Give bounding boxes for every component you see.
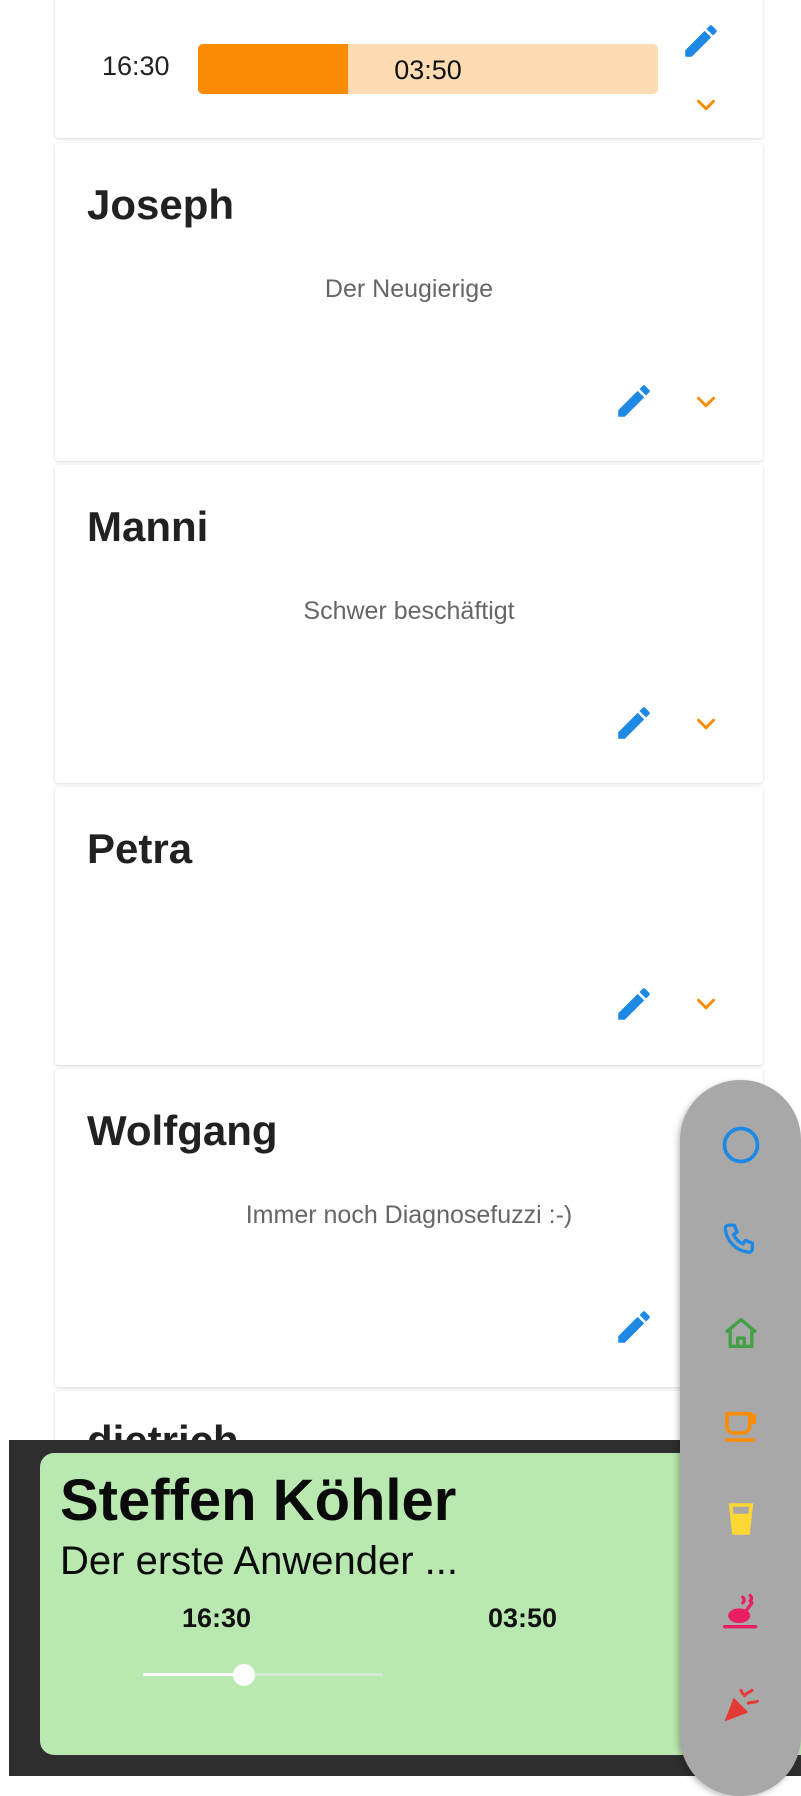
edit-pencil-icon[interactable] <box>613 983 655 1025</box>
slider-fill <box>143 1673 244 1676</box>
status-party-button[interactable] <box>716 1680 766 1730</box>
start-time: 16:30 <box>102 51 170 81</box>
status-phone-button[interactable] <box>716 1215 766 1265</box>
coffee-icon <box>725 1412 756 1442</box>
contact-status: Der Neugierige <box>324 275 494 303</box>
glass-icon <box>728 1503 754 1535</box>
player-name: Steffen Köhler <box>60 1468 457 1533</box>
edit-pencil-icon[interactable] <box>613 1306 655 1348</box>
contact-name: Petra <box>87 825 193 872</box>
contact-status: Schwer beschäftigt <box>303 597 515 625</box>
slider-thumb[interactable] <box>232 1664 255 1686</box>
status-lunch-button[interactable] <box>716 1587 766 1637</box>
status-available-button[interactable] <box>716 1120 766 1170</box>
contact-card-joseph[interactable]: Joseph Der Neugierige <box>55 143 763 461</box>
home-icon <box>724 1318 758 1348</box>
player-remaining-time: 03:50 <box>488 1603 558 1633</box>
chevron-down-icon[interactable] <box>691 989 721 1019</box>
contact-name: Manni <box>87 503 209 550</box>
contact-card-petra[interactable]: Petra <box>55 787 763 1065</box>
player-description: Der erste Anwender ... <box>60 1539 458 1583</box>
edit-pencil-icon[interactable] <box>613 380 655 422</box>
phone-icon <box>723 1223 755 1254</box>
contact-name: Joseph <box>87 181 235 228</box>
party-icon <box>724 1688 759 1722</box>
contact-card-manni[interactable]: Manni Schwer beschäftigt <box>55 465 763 783</box>
edit-pencil-icon[interactable] <box>680 20 722 62</box>
chevron-down-icon[interactable] <box>691 709 721 739</box>
status-home-button[interactable] <box>716 1308 766 1358</box>
chevron-down-icon[interactable] <box>691 387 721 417</box>
contact-card-wolfgang[interactable]: Wolfgang Immer noch Diagnosefuzzi :-) <box>55 1069 763 1387</box>
chevron-down-icon[interactable] <box>691 90 721 120</box>
food-icon <box>722 1593 758 1629</box>
edit-pencil-icon[interactable] <box>613 702 655 744</box>
circle-icon <box>722 1126 760 1164</box>
player-start-time: 16:30 <box>182 1603 252 1633</box>
contact-card-current[interactable]: 16:30 03:50 <box>55 0 763 138</box>
player-slider[interactable] <box>143 1660 383 1690</box>
status-action-strip <box>680 1080 801 1796</box>
contact-status: Immer noch Diagnosefuzzi :-) <box>245 1201 573 1229</box>
contact-name: Wolfgang <box>87 1107 278 1154</box>
remaining-time: 03:50 <box>394 55 462 85</box>
time-progress-bar: 03:50 <box>198 44 658 94</box>
status-coffee-button[interactable] <box>716 1401 766 1451</box>
status-drink-button[interactable] <box>716 1494 766 1544</box>
